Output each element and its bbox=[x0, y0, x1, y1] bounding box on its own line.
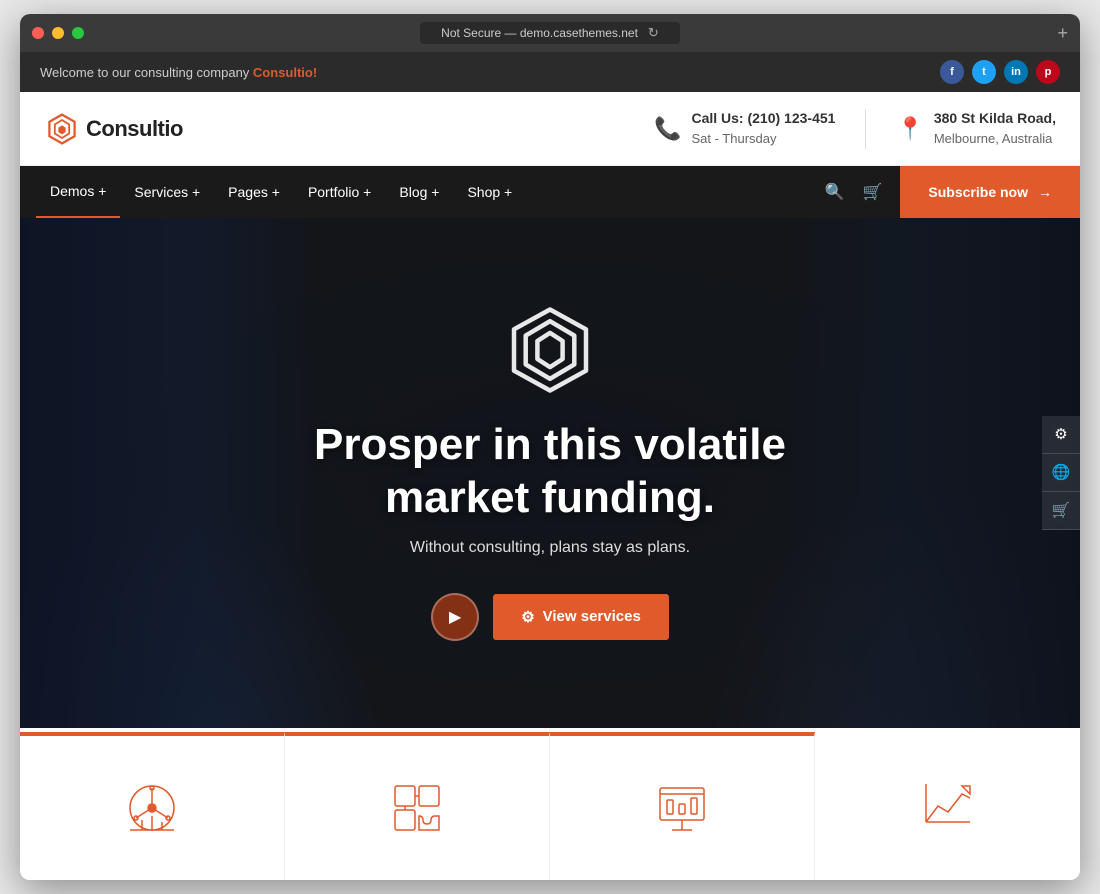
announcement-text: Welcome to our consulting company Consul… bbox=[40, 65, 317, 80]
pinterest-icon[interactable]: p bbox=[1036, 60, 1060, 84]
services-strip bbox=[20, 728, 1080, 880]
arrow-icon: → bbox=[1038, 184, 1052, 200]
hero-section: Prosper in this volatile market funding.… bbox=[20, 218, 1080, 728]
service-card-presentation bbox=[550, 732, 815, 880]
presentation-icon bbox=[650, 776, 714, 840]
nav-item-pages[interactable]: Pages + bbox=[214, 166, 294, 218]
close-button[interactable] bbox=[32, 27, 44, 39]
logo-area[interactable]: Consultio bbox=[44, 111, 183, 147]
facebook-icon[interactable]: f bbox=[940, 60, 964, 84]
minimize-button[interactable] bbox=[52, 27, 64, 39]
hero-logo-icon bbox=[505, 305, 595, 395]
play-icon: ▶ bbox=[449, 607, 461, 627]
browser-chrome: Not Secure — demo.casethemes.net ↻ + bbox=[20, 14, 1080, 52]
twitter-icon[interactable]: t bbox=[972, 60, 996, 84]
phone-text: Call Us: (210) 123-451 Sat - Thursday bbox=[691, 108, 835, 149]
nav-items: Demos + Services + Pages + Portfolio + B… bbox=[20, 166, 807, 218]
refresh-icon[interactable]: ↻ bbox=[648, 25, 659, 41]
browser-window: Not Secure — demo.casethemes.net ↻ + Wel… bbox=[20, 14, 1080, 880]
growth-icon bbox=[916, 772, 980, 836]
phone-icon: 📞 bbox=[654, 116, 681, 142]
settings-tool[interactable]: ⚙ bbox=[1042, 416, 1080, 454]
address-text: 380 St Kilda Road, Melbourne, Australia bbox=[934, 108, 1056, 149]
play-button[interactable]: ▶ bbox=[431, 593, 479, 641]
language-tool[interactable]: 🌐 bbox=[1042, 454, 1080, 492]
nav-icons: 🔍 🛒 bbox=[807, 166, 901, 218]
subscribe-button[interactable]: Subscribe now → bbox=[900, 166, 1080, 218]
search-button[interactable]: 🔍 bbox=[817, 166, 853, 218]
announcement-bar: Welcome to our consulting company Consul… bbox=[20, 52, 1080, 92]
brand-name: Consultio! bbox=[253, 65, 317, 80]
url-bar[interactable]: Not Secure — demo.casethemes.net ↻ bbox=[420, 22, 680, 44]
logo-text: Consultio bbox=[86, 116, 183, 142]
site-header: Consultio 📞 Call Us: (210) 123-451 Sat -… bbox=[20, 92, 1080, 166]
phone-contact: 📞 Call Us: (210) 123-451 Sat - Thursday bbox=[654, 108, 835, 149]
service-card-analytics bbox=[20, 732, 285, 880]
nav-item-blog[interactable]: Blog + bbox=[385, 166, 453, 218]
address-contact: 📍 380 St Kilda Road, Melbourne, Australi… bbox=[896, 108, 1056, 149]
social-icons: f t in p bbox=[940, 60, 1060, 84]
puzzle-icon bbox=[385, 776, 449, 840]
url-text: Not Secure — demo.casethemes.net bbox=[441, 26, 638, 40]
nav-item-portfolio[interactable]: Portfolio + bbox=[294, 166, 385, 218]
cart-tool[interactable]: 🛒 bbox=[1042, 492, 1080, 530]
hero-content: Prosper in this volatile market funding.… bbox=[20, 218, 1080, 728]
cart-button[interactable]: 🛒 bbox=[855, 166, 891, 218]
hero-title: Prosper in this volatile market funding. bbox=[250, 419, 850, 525]
linkedin-icon[interactable]: in bbox=[1004, 60, 1028, 84]
divider bbox=[865, 109, 866, 149]
side-tools: ⚙ 🌐 🛒 bbox=[1042, 416, 1080, 530]
nav-item-shop[interactable]: Shop + bbox=[453, 166, 526, 218]
service-card-strategy bbox=[285, 732, 550, 880]
analytics-icon bbox=[120, 776, 184, 840]
hero-subtitle: Without consulting, plans stay as plans. bbox=[410, 539, 690, 557]
view-services-label: View services bbox=[543, 608, 641, 625]
nav-item-demos[interactable]: Demos + bbox=[36, 166, 120, 218]
service-card-growth bbox=[815, 732, 1080, 880]
location-icon: 📍 bbox=[896, 116, 923, 142]
announcement-prefix: Welcome to our consulting company bbox=[40, 65, 253, 80]
hero-buttons: ▶ ⚙ View services bbox=[431, 593, 669, 641]
view-services-button[interactable]: ⚙ View services bbox=[493, 594, 669, 640]
header-contact: 📞 Call Us: (210) 123-451 Sat - Thursday … bbox=[654, 108, 1056, 149]
maximize-button[interactable] bbox=[72, 27, 84, 39]
nav-item-services[interactable]: Services + bbox=[120, 166, 214, 218]
new-tab-button[interactable]: + bbox=[1057, 23, 1068, 44]
main-nav: Demos + Services + Pages + Portfolio + B… bbox=[20, 166, 1080, 218]
subscribe-label: Subscribe now bbox=[928, 184, 1028, 200]
logo-icon bbox=[44, 111, 80, 147]
gear-icon: ⚙ bbox=[521, 608, 534, 626]
